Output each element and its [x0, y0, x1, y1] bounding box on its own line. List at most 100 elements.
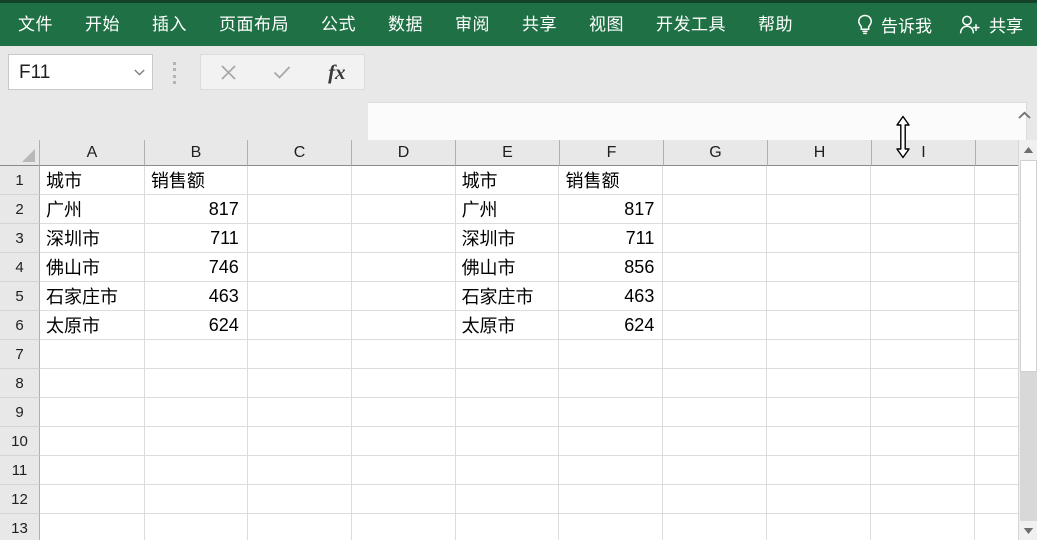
- formula-bar-grip[interactable]: [172, 62, 176, 84]
- cell-I7[interactable]: [871, 340, 976, 369]
- cell-G6[interactable]: [663, 311, 768, 340]
- column-header-C[interactable]: C: [248, 140, 352, 166]
- cell-D12[interactable]: [351, 485, 456, 514]
- cell-H9[interactable]: [767, 398, 872, 427]
- cell-A8[interactable]: [40, 369, 145, 398]
- cell-D9[interactable]: [351, 398, 456, 427]
- cell-B1[interactable]: 销售额: [144, 166, 248, 195]
- ribbon-tab-8[interactable]: 视图: [589, 10, 624, 39]
- cell-G12[interactable]: [663, 485, 768, 514]
- cell-B11[interactable]: [144, 456, 248, 485]
- cell-E10[interactable]: [455, 427, 560, 456]
- cell-E12[interactable]: [455, 485, 560, 514]
- cell-I1[interactable]: [871, 166, 976, 195]
- column-header-A[interactable]: A: [40, 140, 145, 166]
- cell-A2[interactable]: 广州: [40, 195, 145, 224]
- ribbon-tab-1[interactable]: 开始: [85, 10, 120, 39]
- cell-I2[interactable]: [871, 195, 976, 224]
- ribbon-tab-4[interactable]: 公式: [321, 10, 356, 39]
- cell-D6[interactable]: [351, 311, 456, 340]
- cell-G11[interactable]: [663, 456, 768, 485]
- scrollbar-thumb[interactable]: [1020, 160, 1037, 372]
- cell-C10[interactable]: [247, 427, 352, 456]
- row-header-5[interactable]: 5: [0, 282, 40, 311]
- cell-C9[interactable]: [247, 398, 352, 427]
- cell-H1[interactable]: [767, 166, 872, 195]
- cell-G9[interactable]: [663, 398, 768, 427]
- ribbon-tab-3[interactable]: 页面布局: [219, 10, 289, 39]
- cell-H5[interactable]: [767, 282, 872, 311]
- cell-I9[interactable]: [871, 398, 976, 427]
- cell-B8[interactable]: [144, 369, 248, 398]
- cell-D5[interactable]: [351, 282, 456, 311]
- select-all-corner[interactable]: [0, 140, 40, 166]
- scroll-up-button[interactable]: [1019, 140, 1037, 159]
- cell-F9[interactable]: [559, 398, 664, 427]
- cell-G8[interactable]: [663, 369, 768, 398]
- cell-H6[interactable]: [767, 311, 872, 340]
- cell-I8[interactable]: [871, 369, 976, 398]
- ribbon-tab-7[interactable]: 共享: [522, 10, 557, 39]
- name-box[interactable]: F11: [8, 54, 153, 90]
- cell-D3[interactable]: [351, 224, 456, 253]
- cell-G1[interactable]: [663, 166, 768, 195]
- cell-F10[interactable]: [559, 427, 664, 456]
- ribbon-tab-5[interactable]: 数据: [388, 10, 423, 39]
- row-header-7[interactable]: 7: [0, 340, 40, 369]
- cell-G5[interactable]: [663, 282, 768, 311]
- cell-E9[interactable]: [455, 398, 560, 427]
- cell-G2[interactable]: [663, 195, 768, 224]
- cell-A6[interactable]: 太原市: [40, 311, 145, 340]
- cell-F3[interactable]: 711: [559, 224, 664, 253]
- cell-B13[interactable]: [144, 514, 248, 540]
- cell-C5[interactable]: [247, 282, 352, 311]
- cell-C6[interactable]: [247, 311, 352, 340]
- insert-function-button[interactable]: fx: [310, 55, 364, 89]
- cell-H7[interactable]: [767, 340, 872, 369]
- row-header-8[interactable]: 8: [0, 369, 40, 398]
- cell-E13[interactable]: [455, 514, 560, 540]
- cell-H13[interactable]: [767, 514, 872, 540]
- cell-E3[interactable]: 深圳市: [455, 224, 560, 253]
- cell-E2[interactable]: 广州: [455, 195, 560, 224]
- cell-A13[interactable]: [40, 514, 145, 540]
- ribbon-tab-0[interactable]: 文件: [18, 10, 53, 39]
- cell-D7[interactable]: [351, 340, 456, 369]
- cell-A1[interactable]: 城市: [40, 166, 145, 195]
- cell-D2[interactable]: [351, 195, 456, 224]
- row-header-2[interactable]: 2: [0, 195, 40, 224]
- ribbon-tab-10[interactable]: 帮助: [758, 10, 793, 39]
- column-header-I[interactable]: I: [872, 140, 976, 166]
- column-header-G[interactable]: G: [664, 140, 768, 166]
- row-header-3[interactable]: 3: [0, 224, 40, 253]
- cell-I11[interactable]: [871, 456, 976, 485]
- cell-C2[interactable]: [247, 195, 352, 224]
- ribbon-tab-6[interactable]: 审阅: [455, 10, 490, 39]
- share-command[interactable]: 共享: [958, 12, 1023, 37]
- column-header-B[interactable]: B: [145, 140, 248, 166]
- cell-G7[interactable]: [663, 340, 768, 369]
- cell-E1[interactable]: 城市: [455, 166, 560, 195]
- cell-I5[interactable]: [871, 282, 976, 311]
- cell-F4[interactable]: 856: [559, 253, 664, 282]
- cell-C13[interactable]: [247, 514, 352, 540]
- cell-H3[interactable]: [767, 224, 872, 253]
- cell-H11[interactable]: [767, 456, 872, 485]
- cell-A4[interactable]: 佛山市: [40, 253, 145, 282]
- cell-C7[interactable]: [247, 340, 352, 369]
- cell-F2[interactable]: 817: [559, 195, 664, 224]
- cell-G3[interactable]: [663, 224, 768, 253]
- cell-H8[interactable]: [767, 369, 872, 398]
- cell-I3[interactable]: [871, 224, 976, 253]
- scrollbar-track[interactable]: [1020, 372, 1037, 521]
- row-header-13[interactable]: 13: [0, 514, 40, 540]
- column-header-F[interactable]: F: [560, 140, 664, 166]
- cell-C8[interactable]: [247, 369, 352, 398]
- cell-D11[interactable]: [351, 456, 456, 485]
- cell-B9[interactable]: [144, 398, 248, 427]
- column-header-E[interactable]: E: [456, 140, 560, 166]
- cell-I4[interactable]: [871, 253, 976, 282]
- cell-E11[interactable]: [455, 456, 560, 485]
- cell-C4[interactable]: [247, 253, 352, 282]
- column-header-H[interactable]: H: [768, 140, 872, 166]
